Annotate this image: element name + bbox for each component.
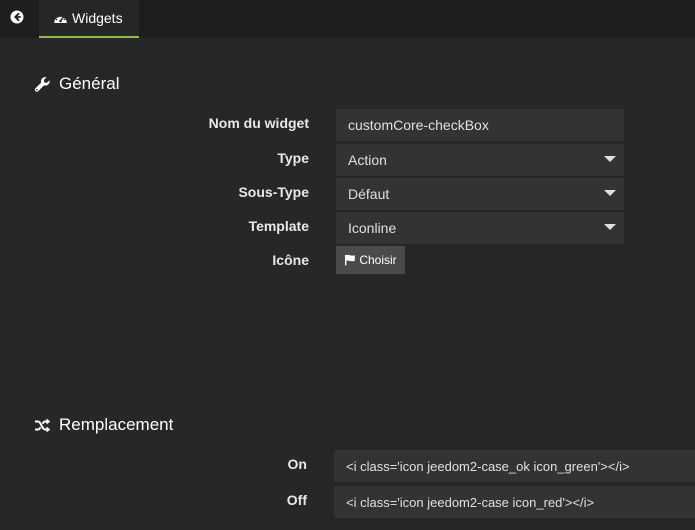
template-value: Iconline xyxy=(348,220,397,236)
random-shuffle-icon xyxy=(34,418,51,433)
on-label: On xyxy=(287,456,307,472)
on-replacement-input[interactable]: <i class='icon jeedom2-case_ok icon_gree… xyxy=(334,450,695,482)
caret-down-icon xyxy=(604,224,616,230)
widget-name-input[interactable]: customCore-checkBox xyxy=(336,109,624,141)
choose-icon-button[interactable]: Choisir xyxy=(336,246,405,274)
off-replacement-value: <i class='icon jeedom2-case icon_red'></… xyxy=(346,494,595,510)
on-replacement-value: <i class='icon jeedom2-case_ok icon_gree… xyxy=(346,458,630,474)
wrench-icon xyxy=(34,76,51,93)
subtype-label: Sous-Type xyxy=(238,184,309,200)
off-replacement-input[interactable]: <i class='icon jeedom2-case icon_red'></… xyxy=(334,486,695,518)
tab-widgets-label: Widgets xyxy=(72,10,123,26)
dashboard-gauge-icon xyxy=(53,12,68,25)
caret-down-icon xyxy=(604,156,616,162)
top-bar: Widgets xyxy=(0,0,695,38)
tab-widgets[interactable]: Widgets xyxy=(39,0,139,38)
general-section-title: Général xyxy=(34,74,119,94)
arrow-circle-left-icon xyxy=(10,10,24,29)
choose-button-label: Choisir xyxy=(359,253,397,267)
flag-icon xyxy=(344,254,356,266)
widget-name-value: customCore-checkBox xyxy=(348,117,489,133)
replacement-section-title: Remplacement xyxy=(34,415,173,435)
icon-label: Icône xyxy=(272,252,309,268)
caret-down-icon xyxy=(604,190,616,196)
template-select[interactable]: Iconline xyxy=(336,212,624,244)
type-select[interactable]: Action xyxy=(336,144,624,176)
subtype-select[interactable]: Défaut xyxy=(336,178,624,210)
subtype-value: Défaut xyxy=(348,186,390,202)
replacement-title-text: Remplacement xyxy=(59,415,174,434)
general-title-text: Général xyxy=(59,74,120,93)
type-value: Action xyxy=(348,152,387,168)
off-label: Off xyxy=(286,492,307,508)
type-label: Type xyxy=(277,150,309,166)
widget-name-label: Nom du widget xyxy=(208,115,309,131)
template-label: Template xyxy=(248,218,309,234)
back-button[interactable] xyxy=(0,0,34,38)
